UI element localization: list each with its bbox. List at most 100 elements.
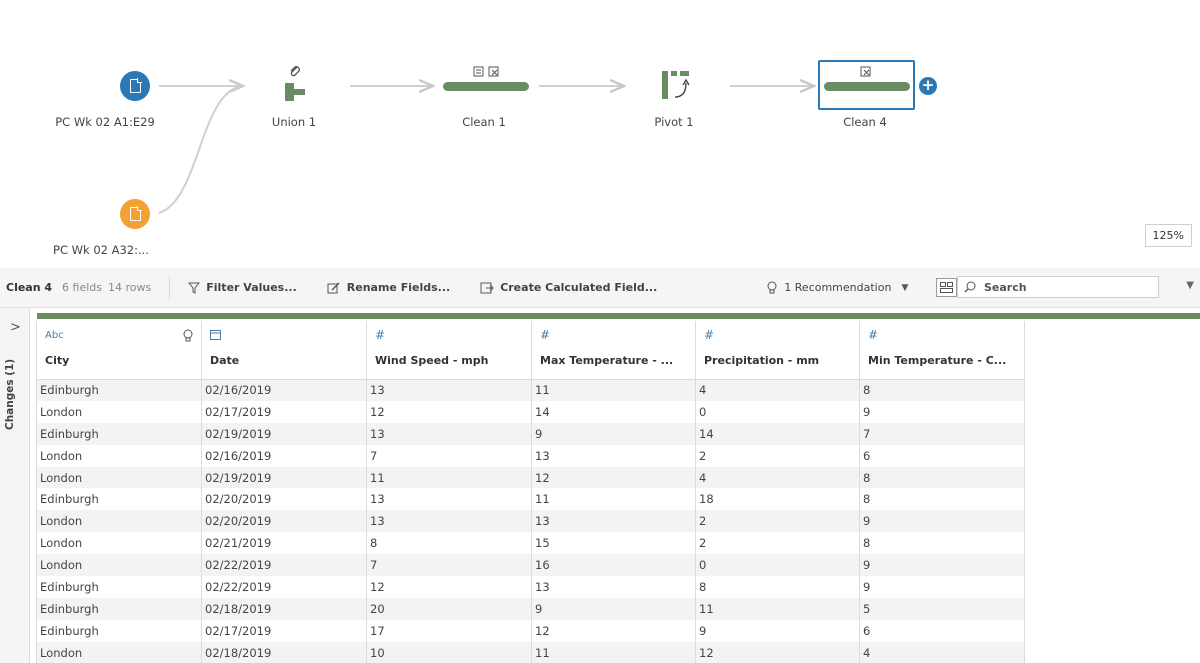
zoom-level[interactable]: 125% xyxy=(1144,224,1192,247)
recommendation-dropdown[interactable]: 1 Recommendation ▼ xyxy=(767,281,908,295)
input-file-icon[interactable] xyxy=(120,199,150,229)
table-cell[interactable]: 12 xyxy=(695,641,860,663)
table-cell[interactable]: 9 xyxy=(859,554,1025,577)
table-cell[interactable]: 0 xyxy=(695,554,860,577)
table-cell[interactable]: London xyxy=(36,400,202,423)
table-cell[interactable]: 8 xyxy=(859,466,1025,489)
column-header-wind-speed[interactable]: # Wind Speed - mph xyxy=(366,321,532,380)
table-cell[interactable]: 8 xyxy=(366,532,532,555)
table-cell[interactable]: 13 xyxy=(531,510,696,533)
table-cell[interactable]: 10 xyxy=(366,641,532,663)
table-cell[interactable]: 9 xyxy=(859,510,1025,533)
table-cell[interactable]: 9 xyxy=(859,576,1025,598)
table-cell[interactable]: 13 xyxy=(531,444,696,467)
table-cell[interactable]: 02/16/2019 xyxy=(201,444,367,467)
profile-view-button[interactable] xyxy=(936,278,958,297)
table-cell[interactable]: 14 xyxy=(695,422,860,445)
table-cell[interactable]: London xyxy=(36,466,202,489)
table-cell[interactable]: 13 xyxy=(366,422,532,445)
table-cell[interactable]: 4 xyxy=(695,466,860,489)
table-cell[interactable]: 6 xyxy=(859,619,1025,642)
table-cell[interactable]: 4 xyxy=(695,379,860,401)
table-cell[interactable]: 02/17/2019 xyxy=(201,400,367,423)
table-cell[interactable]: 11 xyxy=(695,597,860,620)
table-cell[interactable]: 8 xyxy=(695,576,860,598)
column-header-max-temperature[interactable]: # Max Temperature - ... xyxy=(531,321,696,380)
table-cell[interactable]: 13 xyxy=(366,379,532,401)
table-cell[interactable]: 5 xyxy=(859,597,1025,620)
table-cell[interactable]: Edinburgh xyxy=(36,619,202,642)
table-cell[interactable]: London xyxy=(36,641,202,663)
table-cell[interactable]: London xyxy=(36,444,202,467)
number-type-icon[interactable]: # xyxy=(540,328,550,342)
table-cell[interactable]: 13 xyxy=(366,488,532,511)
table-cell[interactable]: London xyxy=(36,532,202,555)
table-cell[interactable]: 12 xyxy=(366,576,532,598)
rename-fields-button[interactable]: Rename Fields... xyxy=(327,281,450,294)
table-cell[interactable]: 9 xyxy=(859,400,1025,423)
table-cell[interactable]: 12 xyxy=(366,400,532,423)
table-cell[interactable]: Edinburgh xyxy=(36,422,202,445)
table-cell[interactable]: 02/19/2019 xyxy=(201,466,367,489)
table-cell[interactable]: 0 xyxy=(695,400,860,423)
table-cell[interactable]: 7 xyxy=(366,554,532,577)
table-cell[interactable]: 12 xyxy=(531,466,696,489)
table-cell[interactable]: 02/22/2019 xyxy=(201,554,367,577)
table-cell[interactable]: 15 xyxy=(531,532,696,555)
calendar-icon[interactable] xyxy=(210,329,221,340)
table-cell[interactable]: 02/17/2019 xyxy=(201,619,367,642)
table-cell[interactable]: 2 xyxy=(695,532,860,555)
chevron-right-icon[interactable]: > xyxy=(10,320,21,335)
column-header-precipitation[interactable]: # Precipitation - mm xyxy=(695,321,860,380)
collapse-chevron-icon[interactable]: ▼ xyxy=(1186,280,1194,291)
table-cell[interactable]: 4 xyxy=(859,641,1025,663)
table-cell[interactable]: 11 xyxy=(531,379,696,401)
table-cell[interactable]: 9 xyxy=(531,597,696,620)
table-cell[interactable]: 7 xyxy=(859,422,1025,445)
input-file-icon[interactable] xyxy=(120,71,150,101)
table-cell[interactable]: 13 xyxy=(531,576,696,598)
filter-values-button[interactable]: Filter Values... xyxy=(188,281,297,294)
table-cell[interactable]: 02/22/2019 xyxy=(201,576,367,598)
table-cell[interactable]: 02/16/2019 xyxy=(201,379,367,401)
flow-canvas[interactable]: PC Wk 02 A1:E29 PC Wk 02 A32:... Union 1… xyxy=(0,0,1200,268)
table-cell[interactable]: 13 xyxy=(366,510,532,533)
table-cell[interactable]: London xyxy=(36,554,202,577)
table-cell[interactable]: 02/18/2019 xyxy=(201,641,367,663)
string-type-icon[interactable]: Abc xyxy=(45,330,64,341)
table-cell[interactable]: 12 xyxy=(531,619,696,642)
table-cell[interactable]: 02/20/2019 xyxy=(201,488,367,511)
table-cell[interactable]: 8 xyxy=(859,532,1025,555)
table-cell[interactable]: 18 xyxy=(695,488,860,511)
table-cell[interactable]: Edinburgh xyxy=(36,597,202,620)
changes-panel[interactable]: > Changes (1) xyxy=(0,308,30,663)
table-cell[interactable]: 11 xyxy=(531,488,696,511)
column-header-date[interactable]: Date xyxy=(201,321,367,380)
table-cell[interactable]: Edinburgh xyxy=(36,379,202,401)
table-cell[interactable]: 2 xyxy=(695,510,860,533)
table-cell[interactable]: London xyxy=(36,510,202,533)
table-cell[interactable]: 8 xyxy=(859,488,1025,511)
table-cell[interactable]: 7 xyxy=(366,444,532,467)
number-type-icon[interactable]: # xyxy=(868,328,878,342)
table-cell[interactable]: 8 xyxy=(859,379,1025,401)
create-calculated-field-button[interactable]: Create Calculated Field... xyxy=(480,281,657,294)
table-cell[interactable]: 9 xyxy=(531,422,696,445)
number-type-icon[interactable]: # xyxy=(375,328,385,342)
table-cell[interactable]: 02/19/2019 xyxy=(201,422,367,445)
table-cell[interactable]: Edinburgh xyxy=(36,576,202,598)
table-cell[interactable]: 6 xyxy=(859,444,1025,467)
table-cell[interactable]: 02/18/2019 xyxy=(201,597,367,620)
table-cell[interactable]: 9 xyxy=(695,619,860,642)
table-cell[interactable]: Edinburgh xyxy=(36,488,202,511)
table-cell[interactable]: 20 xyxy=(366,597,532,620)
column-header-min-temperature[interactable]: # Min Temperature - C... xyxy=(859,321,1025,380)
number-type-icon[interactable]: # xyxy=(704,328,714,342)
changes-label[interactable]: Changes (1) xyxy=(4,350,16,430)
lightbulb-icon[interactable] xyxy=(183,329,193,342)
table-cell[interactable]: 14 xyxy=(531,400,696,423)
table-cell[interactable]: 17 xyxy=(366,619,532,642)
table-cell[interactable]: 2 xyxy=(695,444,860,467)
table-cell[interactable]: 02/20/2019 xyxy=(201,510,367,533)
table-cell[interactable]: 11 xyxy=(531,641,696,663)
